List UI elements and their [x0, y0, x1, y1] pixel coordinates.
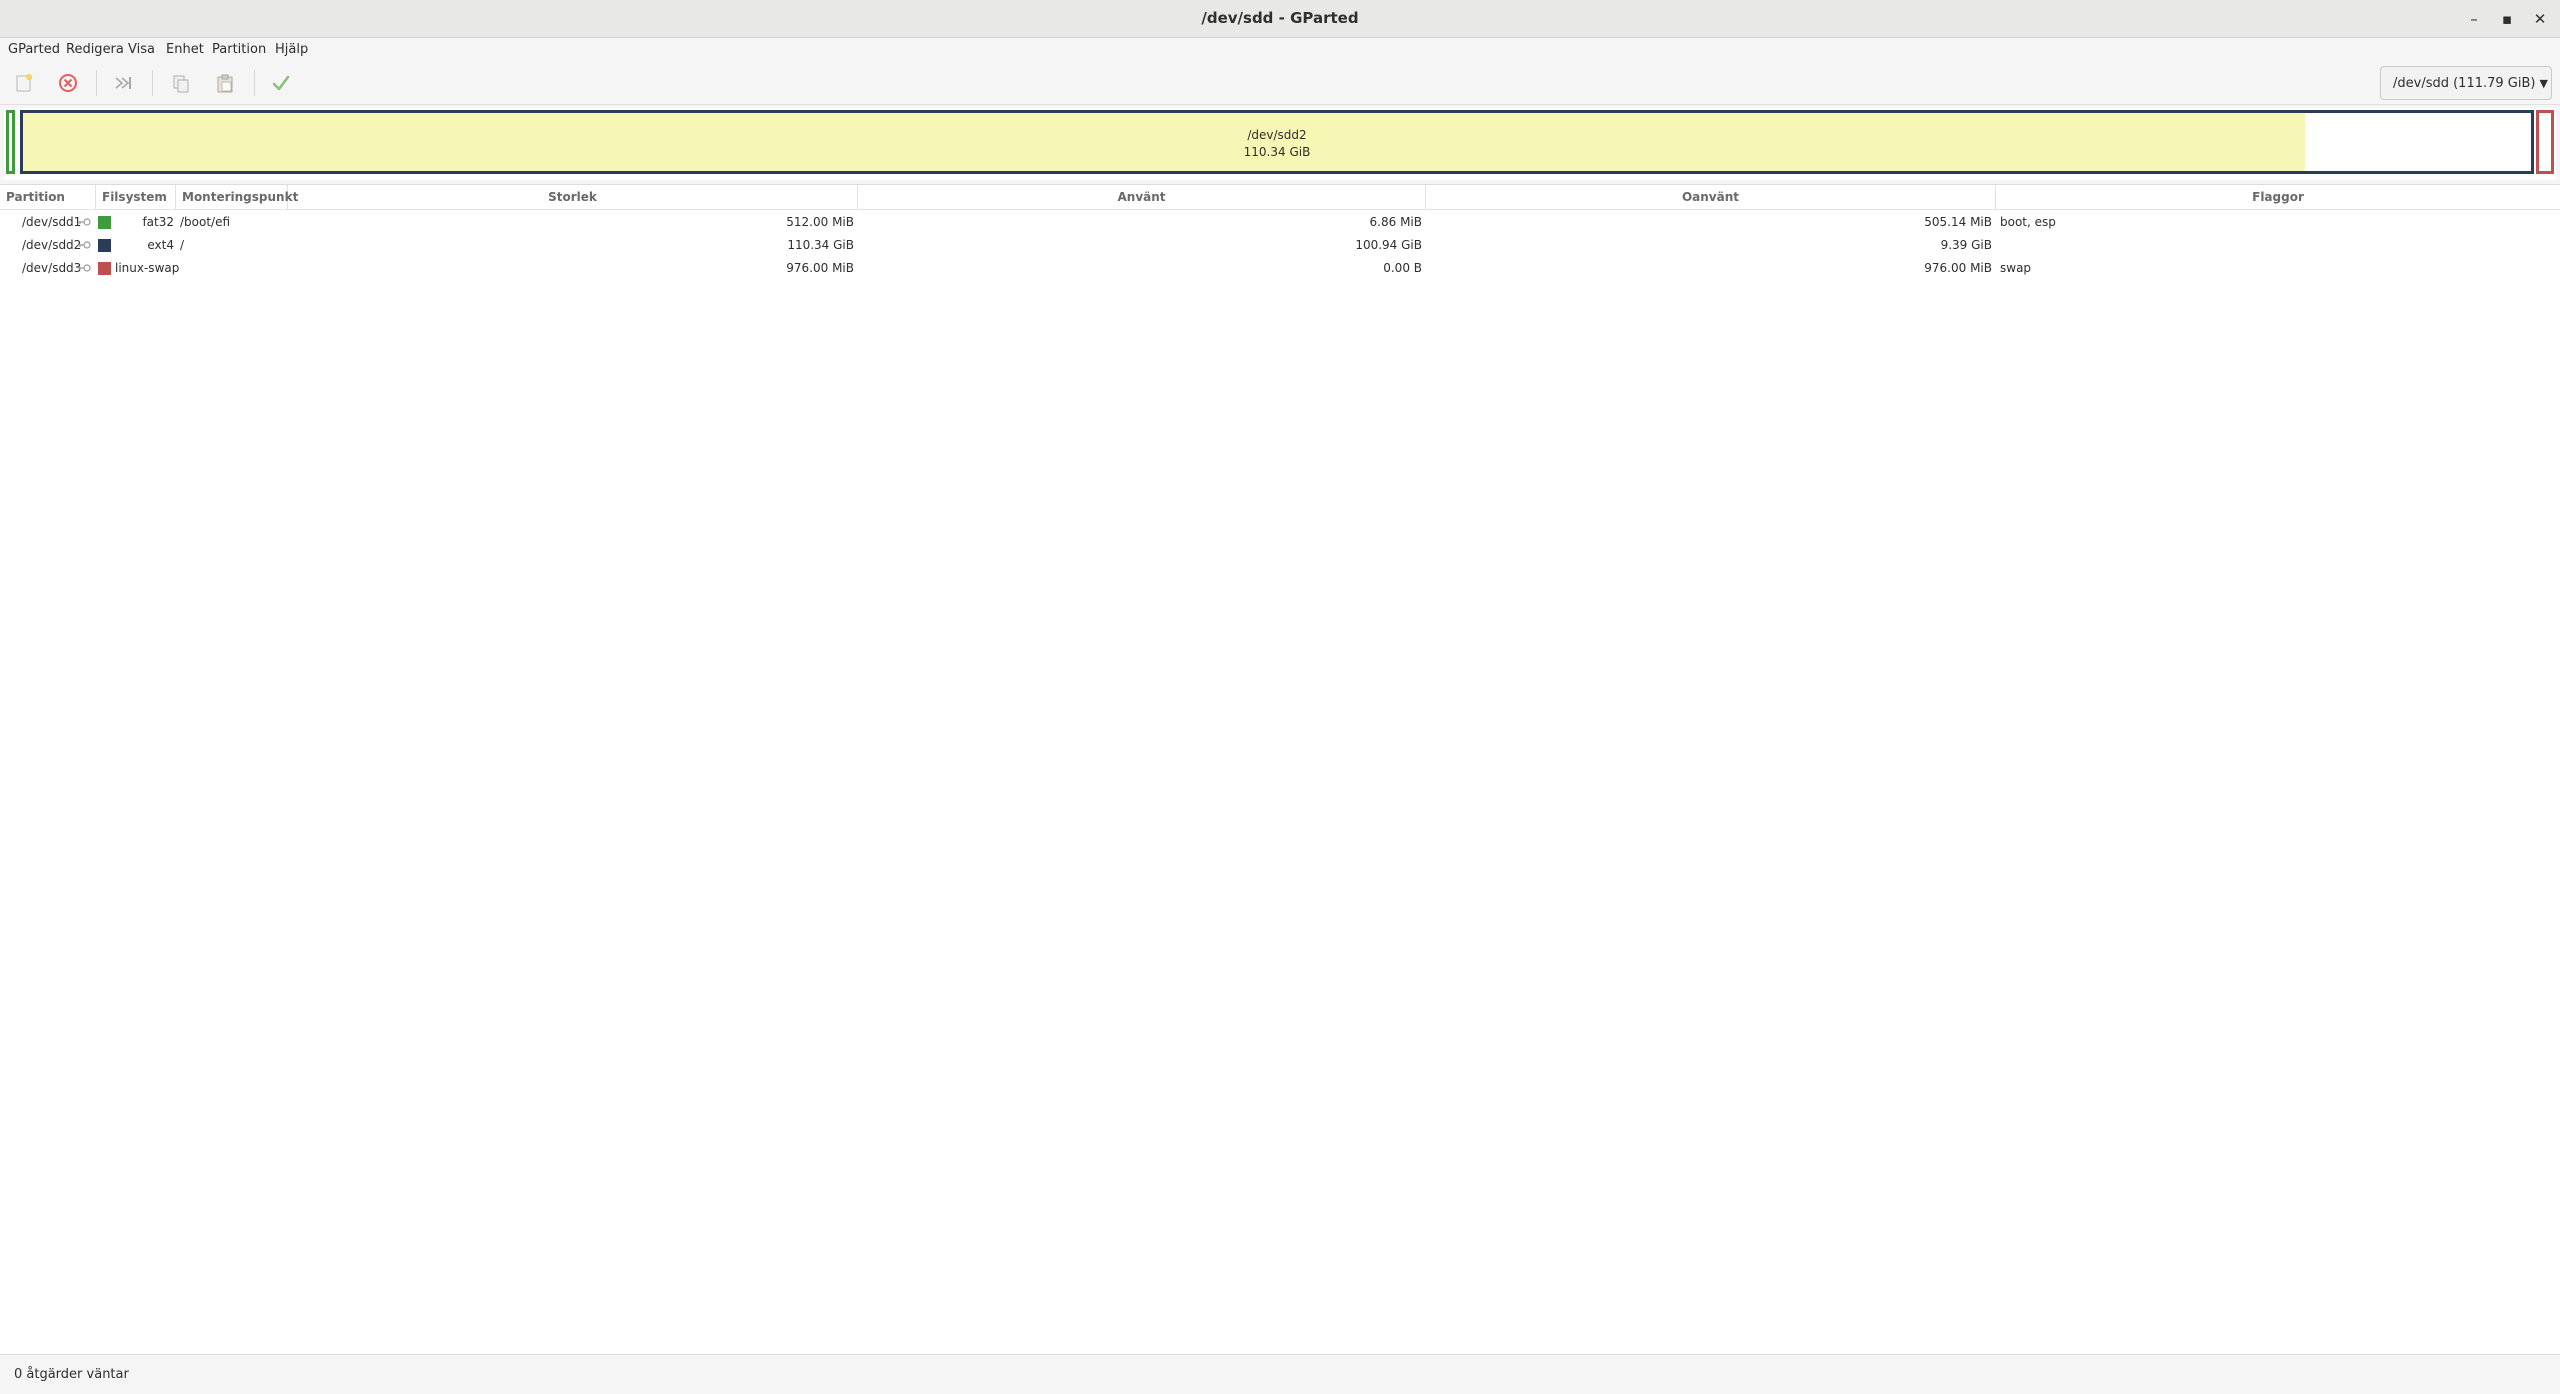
resize-move-icon — [115, 77, 131, 89]
partition-block-sdd2[interactable]: /dev/sdd2 110.34 GiB — [20, 110, 2534, 174]
filesystem-name: ext4 — [147, 238, 174, 252]
column-header-size[interactable]: Storlek — [288, 185, 858, 209]
maximize-button[interactable]: ▪ — [2494, 6, 2520, 32]
flags-value: boot, esp — [2000, 215, 2056, 229]
resize-move-button[interactable] — [108, 68, 138, 98]
menu-gparted[interactable]: GParted — [4, 38, 64, 62]
unused-value: 505.14 MiB — [1924, 215, 1992, 229]
unused-value: 976.00 MiB — [1924, 261, 1992, 275]
menu-bar: GParted Redigera Visa Enhet Partition Hj… — [0, 38, 2560, 62]
filesystem-color-swatch — [98, 239, 111, 252]
device-selector[interactable]: /dev/sdd (111.79 GiB) ▼ — [2380, 66, 2552, 100]
copy-button[interactable] — [166, 68, 196, 98]
partition-name: /dev/sdd3 — [22, 261, 82, 275]
filesystem-color-swatch — [98, 262, 111, 275]
size-value: 512.00 MiB — [786, 215, 854, 229]
partition-block-sdd3[interactable] — [2536, 110, 2554, 174]
flags-value: swap — [2000, 261, 2032, 275]
key-icon — [78, 241, 91, 249]
delete-icon — [59, 74, 77, 92]
title-bar: /dev/sdd - GParted – ▪ ✕ — [0, 0, 2560, 38]
size-value: 110.34 GiB — [787, 238, 854, 252]
window-title: /dev/sdd - GParted — [1201, 9, 1359, 27]
device-label: /dev/sdd (111.79 GiB) — [2393, 75, 2536, 91]
partition-block-label: /dev/sdd2 110.34 GiB — [23, 127, 2531, 161]
menu-hjalp[interactable]: Hjälp — [271, 38, 312, 62]
toolbar-separator — [152, 70, 153, 96]
filesystem-name: fat32 — [142, 215, 174, 229]
column-header-filesystem[interactable]: Filsystem — [96, 185, 176, 209]
column-header-used[interactable]: Använt — [858, 185, 1426, 209]
column-header-flags[interactable]: Flaggor — [1996, 185, 2560, 209]
pending-operations-status: 0 åtgärder väntar — [14, 1367, 129, 1382]
filesystem-color-swatch — [98, 216, 111, 229]
table-header: Partition Filsystem Monteringspunkt Stor… — [0, 185, 2560, 210]
toolbar-separator — [96, 70, 97, 96]
menu-enhet[interactable]: Enhet — [162, 38, 208, 62]
minimize-button[interactable]: – — [2461, 6, 2487, 32]
key-icon — [78, 218, 91, 226]
key-icon — [78, 264, 91, 272]
table-row[interactable]: /dev/sdd1 fat32 /boot/efi 512.00 MiB 6.8… — [0, 211, 2560, 234]
used-value: 100.94 GiB — [1355, 238, 1422, 252]
toolbar: /dev/sdd (111.79 GiB) ▼ — [0, 62, 2560, 105]
mount-point: /boot/efi — [180, 215, 231, 229]
mount-point: / — [180, 238, 185, 252]
delete-button[interactable] — [53, 68, 83, 98]
new-partition-icon — [16, 73, 33, 92]
close-button[interactable]: ✕ — [2527, 6, 2553, 32]
unused-value: 9.39 GiB — [1940, 238, 1992, 252]
partition-table: Partition Filsystem Monteringspunkt Stor… — [0, 184, 2560, 1355]
column-header-mountpoint[interactable]: Monteringspunkt — [176, 185, 298, 209]
table-row[interactable]: /dev/sdd2 ext4 / 110.34 GiB 100.94 GiB 9… — [0, 234, 2560, 257]
apply-button[interactable] — [266, 68, 296, 98]
chevron-down-icon: ▼ — [2539, 76, 2548, 90]
column-header-partition[interactable]: Partition — [0, 185, 96, 209]
partition-map: /dev/sdd2 110.34 GiB — [4, 108, 2556, 180]
partition-block-name: /dev/sdd2 — [1247, 128, 1307, 142]
paste-icon — [217, 74, 233, 93]
toolbar-separator — [254, 70, 255, 96]
partition-block-size: 110.34 GiB — [1243, 145, 1311, 159]
partition-block-sdd1[interactable] — [6, 110, 15, 174]
table-row[interactable]: /dev/sdd3 linux-swap 976.00 MiB 0.00 B 9… — [0, 257, 2560, 280]
partition-name: /dev/sdd2 — [22, 238, 82, 252]
menu-redigera[interactable]: Redigera — [62, 38, 128, 62]
copy-icon — [173, 75, 189, 93]
apply-icon — [272, 75, 290, 91]
partition-name: /dev/sdd1 — [22, 215, 82, 229]
new-partition-button[interactable] — [9, 68, 39, 98]
status-bar: 0 åtgärder väntar — [0, 1354, 2560, 1394]
filesystem-name: linux-swap — [115, 261, 180, 275]
gparted-window: /dev/sdd - GParted – ▪ ✕ GParted Rediger… — [0, 0, 2560, 1394]
paste-button[interactable] — [210, 68, 240, 98]
menu-visa[interactable]: Visa — [124, 38, 159, 62]
menu-partition[interactable]: Partition — [208, 38, 270, 62]
column-header-unused[interactable]: Oanvänt — [1426, 185, 1996, 209]
used-value: 0.00 B — [1383, 261, 1422, 275]
used-value: 6.86 MiB — [1369, 215, 1422, 229]
size-value: 976.00 MiB — [786, 261, 854, 275]
